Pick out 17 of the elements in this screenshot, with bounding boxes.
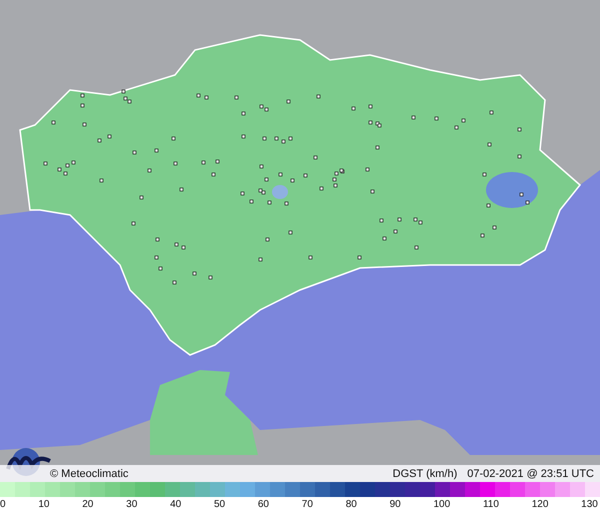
- scale-label: 0: [0, 499, 6, 510]
- scale-label: 80: [346, 499, 357, 510]
- scale-label: 100: [434, 499, 450, 510]
- scale-label: 50: [214, 499, 226, 510]
- scale-label: 70: [302, 499, 313, 510]
- scale-label: 120: [532, 499, 548, 510]
- scale-label: 10: [38, 499, 50, 510]
- scale-label: 130: [581, 499, 598, 510]
- credit-text: © Meteoclimatic: [50, 468, 128, 480]
- scale-label: 30: [126, 499, 138, 510]
- scale-label: 90: [390, 499, 401, 510]
- scale-label: 60: [258, 499, 269, 510]
- variable-label: DGST (km/h): [392, 468, 458, 480]
- scale-label: 20: [82, 499, 94, 510]
- timestamp-label: 07-02-2021 @ 23:51 UTC: [467, 468, 594, 480]
- scale-label: 110: [482, 499, 499, 510]
- scale-label: 40: [170, 499, 182, 510]
